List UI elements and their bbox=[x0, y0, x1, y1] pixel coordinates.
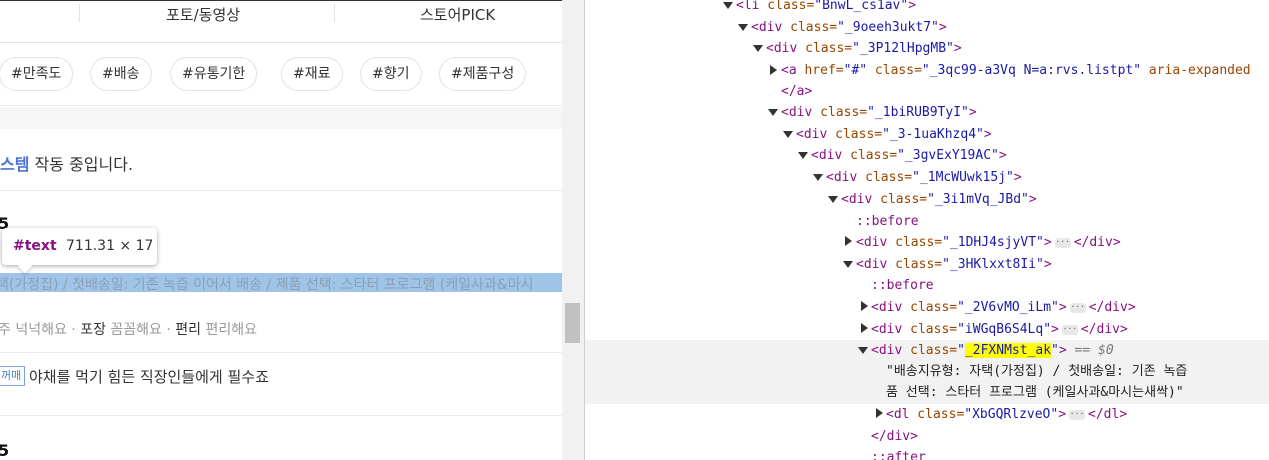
chip-ingredients[interactable]: #재료 bbox=[281, 57, 343, 91]
dom-line-div[interactable]: <div class="_1biRUB9TyI"> bbox=[781, 102, 977, 123]
dom-line-div[interactable]: <div class="_9oeeh3ukt7"> bbox=[751, 17, 947, 38]
dom-line-li[interactable]: <li class="BnwL_cs1av"> bbox=[736, 0, 916, 16]
tab-photo-video[interactable]: 포토/동영상 bbox=[166, 4, 240, 25]
dom-text-node[interactable]: "배송지유형: 자택(가정집) / 첫배송일: 기존 녹즙 bbox=[886, 361, 1187, 382]
section-gap bbox=[0, 107, 562, 129]
dom-line-div[interactable]: <div class="_3i1mVq_JBd"> bbox=[841, 189, 1037, 210]
tab-store-pick[interactable]: 스토어PICK bbox=[420, 4, 495, 25]
ellipsis-icon[interactable]: ··· bbox=[1069, 302, 1086, 313]
repurchase-badge: 꺼매 bbox=[0, 366, 26, 386]
dom-line-pseudo[interactable]: ::before bbox=[856, 211, 919, 232]
devtools-elements-panel: <li class="BnwL_cs1av"> <div class="_9oe… bbox=[584, 0, 1269, 460]
collapse-triangle-icon[interactable] bbox=[843, 261, 853, 268]
scrollbar-thumb[interactable] bbox=[565, 303, 580, 343]
notice-text: 스템 작동 중입니다. bbox=[0, 151, 133, 175]
review-text[interactable]: 야채를 먹기 힘든 직장인들에게 필수죠 bbox=[29, 366, 269, 387]
collapse-triangle-icon[interactable] bbox=[783, 131, 793, 138]
chip-expiry[interactable]: #유통기한 bbox=[170, 57, 258, 91]
review-attribute-tags: 주 넉넉해요 · 포장 꼼꼼해요 · 편리 편리해요 bbox=[0, 319, 257, 339]
notice-highlight: 스템 bbox=[0, 155, 30, 174]
chip-composition[interactable]: #제품구성 bbox=[439, 57, 527, 91]
tag-text: 편리해요 bbox=[201, 322, 258, 338]
tag-keyword: 포장 bbox=[80, 322, 106, 338]
chip-delivery[interactable]: #배송 bbox=[90, 57, 152, 91]
tooltip-size: 711.31 × 17 bbox=[66, 238, 154, 254]
chip-satisfaction[interactable]: #만족도 bbox=[0, 57, 74, 91]
dom-line-a[interactable]: <a href="#" class="_3qc99-a3Vq N=a:rvs.l… bbox=[781, 60, 1251, 81]
tooltip-node-name: #text bbox=[13, 238, 57, 254]
divider bbox=[0, 352, 562, 353]
dom-line-div[interactable]: <div class="_3P12lHpgMB"> bbox=[766, 38, 962, 59]
dom-text-node-cont[interactable]: 품 선택: 스타터 프로그램 (케일사과&마시는새싹)" bbox=[886, 382, 1184, 403]
expand-triangle-icon[interactable] bbox=[861, 301, 868, 311]
tag-text: 꼼꼼해요 · bbox=[105, 322, 176, 338]
inspect-tooltip: #text 711.31 × 17 bbox=[2, 228, 157, 265]
expand-triangle-icon[interactable] bbox=[770, 65, 777, 75]
tag-text: 주 넉넉해요 · bbox=[0, 322, 81, 338]
dom-line-div[interactable]: <div class="iWGqB6S4Lq"> ··· </div> bbox=[871, 319, 1128, 340]
rating-score: 5 bbox=[0, 441, 10, 460]
expand-triangle-icon[interactable] bbox=[845, 236, 852, 246]
web-page-pane: 포토/동영상 스토어PICK #만족도 #배송 #유통기한 #재료 #향기 #제… bbox=[0, 0, 584, 460]
expand-triangle-icon[interactable] bbox=[861, 323, 868, 333]
chip-scent[interactable]: #향기 bbox=[360, 57, 422, 91]
collapse-triangle-icon[interactable] bbox=[753, 45, 763, 52]
scrollbar-track[interactable] bbox=[562, 0, 584, 460]
dom-line-div[interactable]: <div class="_2V6vMO_iLm"> ··· </div> bbox=[871, 297, 1136, 318]
dom-line-div[interactable]: <div class="_3HKlxxt8Ii"> bbox=[856, 254, 1052, 275]
ellipsis-icon[interactable]: ··· bbox=[1054, 237, 1071, 248]
collapse-triangle-icon[interactable] bbox=[723, 2, 733, 9]
dom-line-pseudo[interactable]: ::after bbox=[871, 447, 926, 460]
highlighted-text-node: 택(가정집) / 첫배송일: 기존 녹즙 이어서 배송 / 제품 선택: 스타터… bbox=[0, 273, 584, 292]
ellipsis-icon[interactable]: ··· bbox=[1069, 409, 1086, 420]
ellipsis-icon[interactable]: ··· bbox=[1061, 324, 1078, 335]
collapse-triangle-icon[interactable] bbox=[798, 152, 808, 159]
collapse-triangle-icon[interactable] bbox=[858, 347, 868, 354]
expand-triangle-icon[interactable] bbox=[876, 408, 883, 418]
dom-line-div[interactable]: <div class="_3-1uaKhzq4"> bbox=[796, 124, 992, 145]
dom-line-a-close[interactable]: </a> bbox=[781, 81, 812, 102]
dom-line-div[interactable]: <div class="_1McWUwk15j"> bbox=[826, 167, 1022, 188]
collapse-triangle-icon[interactable] bbox=[768, 109, 778, 116]
divider bbox=[0, 415, 562, 416]
keyword-chips: #만족도 #배송 #유통기한 #재료 #향기 #제품구성 bbox=[0, 44, 562, 106]
collapse-triangle-icon[interactable] bbox=[813, 174, 823, 181]
option-text: 택(가정집) / 첫배송일: 기존 녹즙 이어서 배송 / 제품 선택: 스타터… bbox=[0, 277, 534, 292]
dom-line-div[interactable]: <div class="_1DHJ4sjyVT"> ··· </div> bbox=[856, 232, 1121, 253]
dom-line-div-close[interactable]: </div> bbox=[871, 426, 918, 447]
dom-line-div[interactable]: <div class="_3gvExY19AC"> bbox=[811, 145, 1007, 166]
screenshot: 포토/동영상 스토어PICK #만족도 #배송 #유통기한 #재료 #향기 #제… bbox=[0, 0, 1269, 460]
dom-line-pseudo[interactable]: ::before bbox=[871, 275, 934, 296]
tab-separator bbox=[334, 4, 335, 22]
tag-keyword: 편리 bbox=[175, 322, 202, 338]
search-match-highlight: _2FXNMst_ak bbox=[964, 343, 1052, 358]
tab-separator bbox=[79, 4, 80, 22]
review-tabs: 포토/동영상 스토어PICK bbox=[0, 1, 562, 43]
collapse-triangle-icon[interactable] bbox=[828, 196, 838, 203]
dom-line-selected-div[interactable]: <div class="_2FXNMst_ak"> == $0 bbox=[871, 340, 1114, 361]
notice-banner: 스템 작동 중입니다. bbox=[0, 129, 562, 191]
notice-rest: 작동 중입니다. bbox=[29, 155, 134, 174]
dom-line-dl[interactable]: <dl class="XbGQRlzveO"> ··· </dl> bbox=[886, 404, 1127, 425]
collapse-triangle-icon[interactable] bbox=[738, 24, 748, 31]
